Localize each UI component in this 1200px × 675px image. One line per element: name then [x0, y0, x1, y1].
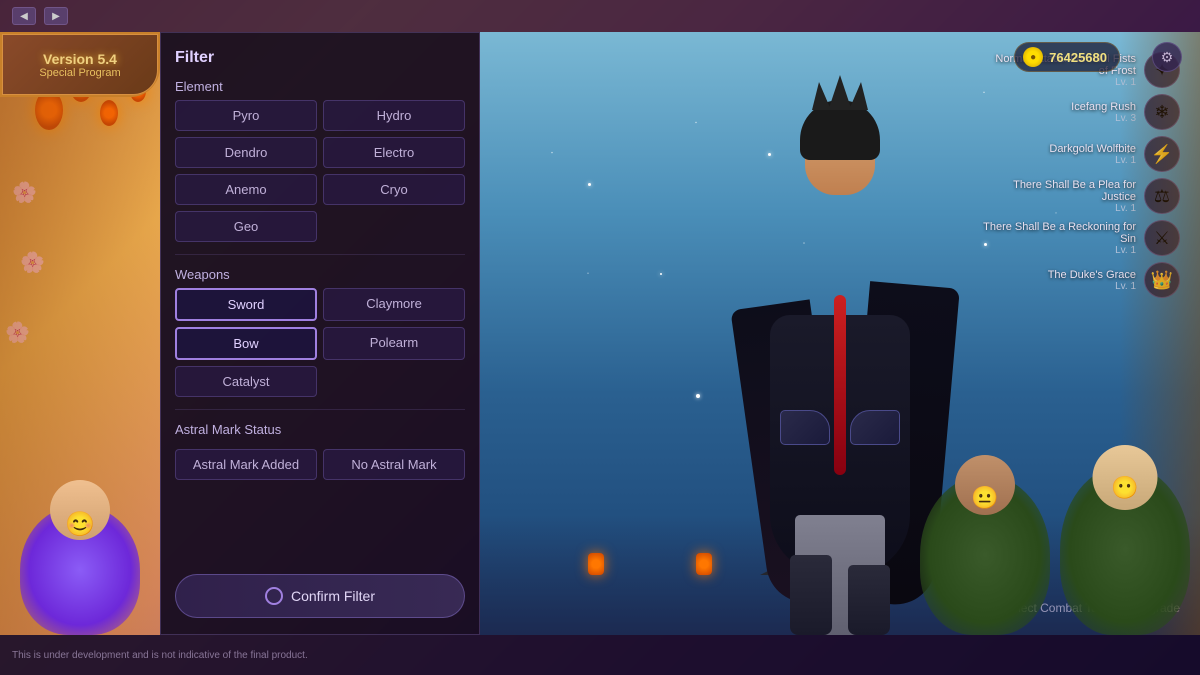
astral-section-label: Astral Mark Status [175, 422, 465, 437]
skill-name-4: There Shall Be a Plea forJustice [950, 179, 1136, 203]
chibi-left-area: 😊 [0, 435, 160, 635]
flower-decoration-2: 🌸 [20, 250, 45, 275]
skills-panel: Normal Attack: Forceful Fistsof Frost Lv… [950, 52, 1180, 298]
skill-level-2: Lv. 3 [950, 113, 1136, 124]
chibi-right-1: 😐 [920, 475, 1050, 635]
skill-level-3: Lv. 1 [950, 155, 1136, 166]
skill-icon-4: ⚖ [1144, 178, 1180, 214]
flower-decoration-3: 🌸 [5, 320, 30, 345]
confirm-label: Confirm Filter [291, 588, 375, 604]
char-head [805, 115, 875, 195]
element-section: Element Pyro Hydro Dendro Electro Anemo … [175, 79, 465, 242]
astral-grid: Astral Mark Added No Astral Mark [175, 449, 465, 480]
skill-icon-6: 👑 [1144, 262, 1180, 298]
confirm-filter-button[interactable]: Confirm Filter [175, 574, 465, 618]
filter-panel: Filter Element Pyro Hydro Dendro Electro… [160, 32, 480, 635]
coin-icon: ● [1023, 47, 1043, 67]
weapons-section: Weapons Sword Claymore Bow Polearm Catal… [175, 267, 465, 397]
chibi-right-2: 😶 [1060, 465, 1190, 635]
chibi-face: 😊 [65, 510, 95, 539]
char-boot-right [848, 565, 890, 635]
nav-right-arrow[interactable]: ▶ [44, 7, 68, 25]
version-number: Version 5.4 [43, 51, 117, 67]
skill-text-6: The Duke's Grace Lv. 1 [950, 269, 1136, 292]
filter-electro[interactable]: Electro [323, 137, 465, 168]
skill-name-6: The Duke's Grace [950, 269, 1136, 281]
skill-text-4: There Shall Be a Plea forJustice Lv. 1 [950, 179, 1136, 214]
chibi-left-figure: 😊 [20, 505, 140, 635]
top-bar: ◀ ▶ [0, 0, 1200, 32]
skill-icon-5: ⚔ [1144, 220, 1180, 256]
filter-title: Filter [175, 49, 465, 67]
filter-sword[interactable]: Sword [175, 288, 317, 321]
chibi-face-right-1: 😐 [971, 485, 998, 511]
filter-anemo[interactable]: Anemo [175, 174, 317, 205]
skill-text-5: There Shall Be a Reckoning forSin Lv. 1 [950, 221, 1136, 256]
particle-1 [588, 183, 591, 186]
skill-item-2[interactable]: Icefang Rush Lv. 3 ❄ [950, 94, 1180, 130]
filter-geo[interactable]: Geo [175, 211, 317, 242]
lantern-3 [100, 100, 118, 126]
filter-polearm[interactable]: Polearm [323, 327, 465, 360]
nav-arrows: ◀ ▶ [12, 7, 68, 25]
skill-level-5: Lv. 1 [950, 245, 1136, 256]
skill-text-3: Darkgold Wolfbite Lv. 1 [950, 143, 1136, 166]
currency-display: ● 76425680 [1014, 42, 1120, 72]
skill-level-4: Lv. 1 [950, 203, 1136, 214]
element-grid: Pyro Hydro Dendro Electro Anemo Cryo Geo [175, 100, 465, 242]
skill-icon-3: ⚡ [1144, 136, 1180, 172]
sep-2 [175, 409, 465, 410]
skill-text-2: Icefang Rush Lv. 3 [950, 101, 1136, 124]
skill-item-4[interactable]: There Shall Be a Plea forJustice Lv. 1 ⚖ [950, 178, 1180, 214]
weapons-grid: Sword Claymore Bow Polearm Catalyst [175, 288, 465, 397]
skill-item-3[interactable]: Darkgold Wolfbite Lv. 1 ⚡ [950, 136, 1180, 172]
element-section-label: Element [175, 79, 465, 94]
version-badge: Version 5.4 Special Program [0, 32, 160, 97]
char-hair [800, 100, 880, 160]
filter-no-astral[interactable]: No Astral Mark [323, 449, 465, 480]
version-badge-inner: Version 5.4 Special Program [2, 34, 158, 95]
char-legs [795, 515, 885, 635]
disclaimer-text: This is under development and is not ind… [12, 650, 308, 661]
version-subtitle: Special Program [39, 67, 120, 79]
filter-claymore[interactable]: Claymore [323, 288, 465, 321]
skill-item-5[interactable]: There Shall Be a Reckoning forSin Lv. 1 … [950, 220, 1180, 256]
settings-button[interactable]: ⚙ [1152, 42, 1182, 72]
filter-catalyst[interactable]: Catalyst [175, 366, 317, 397]
astral-section: Astral Mark Status Astral Mark Added No … [175, 422, 465, 480]
char-hair-spikes [805, 75, 875, 110]
confirm-icon [265, 587, 283, 605]
char-shoulder-left [780, 410, 830, 445]
skill-name-2: Icefang Rush [950, 101, 1136, 113]
skill-level-6: Lv. 1 [950, 281, 1136, 292]
weapons-section-label: Weapons [175, 267, 465, 282]
filter-hydro[interactable]: Hydro [323, 100, 465, 131]
flower-decoration-1: 🌸 [12, 180, 37, 205]
char-red-accent [834, 295, 846, 475]
filter-astral-added[interactable]: Astral Mark Added [175, 449, 317, 480]
skill-icon-2: ❄ [1144, 94, 1180, 130]
filter-dendro[interactable]: Dendro [175, 137, 317, 168]
char-boot-left [790, 555, 832, 635]
skill-item-6[interactable]: The Duke's Grace Lv. 1 👑 [950, 262, 1180, 298]
skill-name-3: Darkgold Wolfbite [950, 143, 1136, 155]
filter-bow[interactable]: Bow [175, 327, 317, 360]
filter-pyro[interactable]: Pyro [175, 100, 317, 131]
skill-level-1: Lv. 1 [950, 77, 1136, 88]
currency-amount: 76425680 [1049, 50, 1107, 65]
scene-lantern-1 [588, 553, 604, 575]
chibi-right-area: 😐 😶 [900, 415, 1200, 635]
filter-cryo[interactable]: Cryo [323, 174, 465, 205]
bottom-bar: This is under development and is not ind… [0, 635, 1200, 675]
sep-1 [175, 254, 465, 255]
nav-left-arrow[interactable]: ◀ [12, 7, 36, 25]
skill-name-5: There Shall Be a Reckoning forSin [950, 221, 1136, 245]
chibi-face-right-2: 😶 [1111, 475, 1138, 501]
char-shoulder-right [850, 410, 900, 445]
